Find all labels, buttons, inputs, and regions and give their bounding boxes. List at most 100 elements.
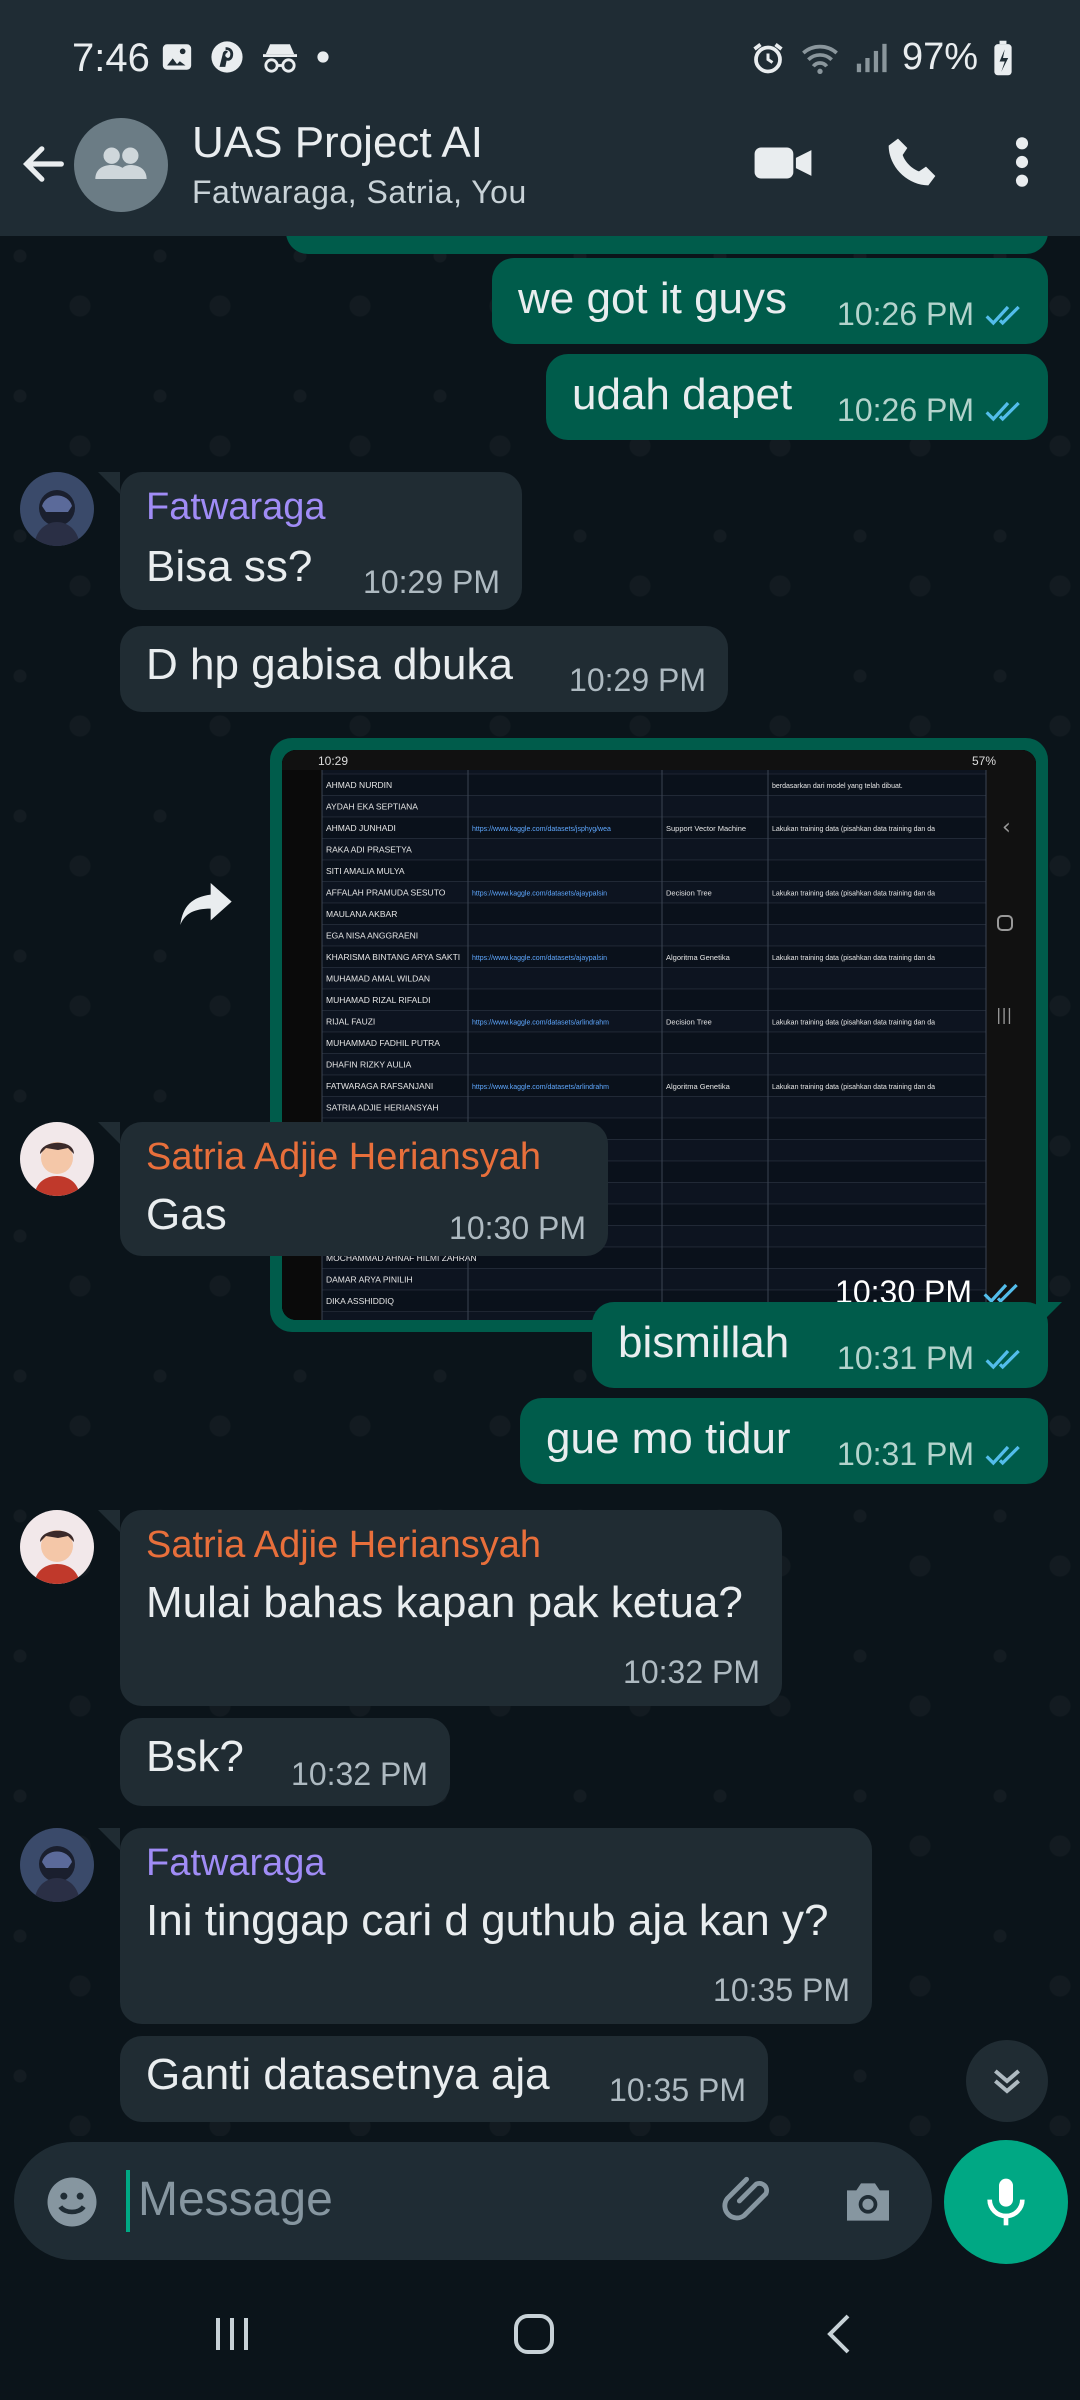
home-button[interactable] [510,2310,558,2363]
camera-button[interactable] [840,2174,896,2235]
avatar-satria[interactable] [20,1510,94,1584]
sheet-row [321,859,987,882]
message-bubble-incoming[interactable]: Fatwaraga Ini tinggap cari d guthub aja … [120,1828,872,2024]
message-time: 10:32 PM [291,1756,428,1792]
status-notification-icons [160,40,330,74]
message-meta: 10:31 PM [837,1436,1024,1473]
message-text: bismillah [618,1318,790,1367]
sheet-cell-name: MUHAMAD RIZAL RIFALDI [326,995,431,1005]
message-bubble-incoming[interactable]: Ganti datasetnya aja 10:35 PM [120,2036,768,2122]
sheet-cell-description: Lakukan training data (pisahkan data tra… [772,826,935,833]
double-check-icon [985,1349,1020,1369]
message-bubble-incoming[interactable]: Bsk? 10:32 PM [120,1718,450,1806]
voice-message-button[interactable] [944,2140,1068,2264]
more-vert-icon [1015,137,1029,187]
more-options-button[interactable] [1000,134,1044,195]
microphone-icon [987,2178,1025,2226]
sheet-cell-name: SATRIA ADJIE HERIANSYAH [326,1103,439,1113]
message-bubble-outgoing[interactable]: we got it guys 10:26 PM [492,258,1048,344]
recent-apps-button[interactable] [208,2310,256,2363]
message-input[interactable]: Message [138,2172,333,2227]
sheet-cell-description: Lakukan training data (pisahkan data tra… [772,955,935,962]
double-check-icon [985,1445,1020,1465]
avatar-fatwaraga[interactable] [20,1828,94,1902]
sheet-cell-name: RIJAL FAUZI [326,1017,375,1027]
bubble-tail [98,1510,120,1532]
text-cursor [126,2170,130,2232]
message-text: Gas [146,1190,227,1239]
message-meta: 10:35 PM [609,2072,746,2109]
sheet-cell-link: https://www.kaggle.com/datasets/arlindra… [472,1084,609,1091]
message-meta: 10:26 PM [837,392,1024,429]
emoji-button[interactable] [44,2174,100,2235]
sheet-cell-name: SITI AMALIA MULYA [326,866,405,876]
double-check-icon [983,1283,1018,1303]
sender-name[interactable]: Fatwaraga [146,1842,326,1885]
sheet-cell-name: AHMAD JUNHADI [326,823,396,833]
previous-message-bubble[interactable] [286,236,1048,254]
message-time: 10:32 PM [623,1654,760,1690]
sheet-row [321,1053,987,1076]
phone-icon [888,138,936,186]
message-time: 10:29 PM [569,662,706,698]
message-meta: 10:32 PM [623,1654,760,1691]
message-meta: 10:26 PM [837,296,1024,333]
message-time: 10:35 PM [713,1972,850,2008]
message-bubble-incoming[interactable]: Satria Adjie Heriansyah Mulai bahas kapa… [120,1510,782,1706]
group-avatar[interactable] [74,118,168,212]
message-text: Ganti datasetnya aja [146,2050,550,2099]
sender-name[interactable]: Satria Adjie Heriansyah [146,1136,541,1179]
message-time: 10:29 PM [363,564,500,600]
sheet-cell-link: https://www.kaggle.com/datasets/arlindra… [472,1020,609,1027]
sheet-cell-name: MUHAMAD AMAL WILDAN [326,974,430,984]
sheet-cell-name: RAKA ADI PRASETYA [326,845,412,855]
incognito-icon [260,40,300,74]
avatar-fatwaraga[interactable] [20,472,94,546]
message-text: we got it guys [518,274,788,323]
scroll-to-bottom-button[interactable] [966,2040,1048,2122]
sheet-cell-link: https://www.kaggle.com/datasets/jsphyg/w… [472,826,611,833]
sheet-cell-description: Lakukan training data (pisahkan data tra… [772,1084,935,1091]
sheet-cell-description: Lakukan training data (pisahkan data tra… [772,891,935,898]
back-button[interactable] [18,138,78,198]
message-text: gue mo tidur [546,1414,791,1463]
message-bubble-outgoing[interactable]: udah dapet 10:26 PM [546,354,1048,440]
sheet-row [321,924,987,947]
svg-text:|||: ||| [996,1005,1012,1024]
sheet-cell-method: Decision Tree [666,889,712,898]
sheet-row [321,795,987,818]
message-bubble-outgoing[interactable]: gue mo tidur 10:31 PM [520,1398,1048,1484]
message-bubble-incoming[interactable]: Satria Adjie Heriansyah Gas 10:30 PM [120,1122,608,1256]
attach-button[interactable] [720,2172,778,2235]
double-chevron-down-icon [994,2069,1020,2094]
wifi-icon [800,41,840,75]
system-back-button[interactable] [816,2310,864,2363]
message-bubble-incoming[interactable]: Fatwaraga Bisa ss? 10:29 PM [120,472,522,610]
sender-name[interactable]: Satria Adjie Heriansyah [146,1524,541,1567]
sheet-cell-method: Support Vector Machine [666,824,746,833]
emoji-icon [47,2177,97,2227]
message-time: 10:31 PM [837,1436,974,1472]
sender-name[interactable]: Fatwaraga [146,486,326,529]
avatar-satria[interactable] [20,1122,94,1196]
chat-messages[interactable]: we got it guys 10:26 PM udah dapet 10:26… [0,236,1080,2136]
sheet-cell-name: DAMAR ARYA PINILIH [326,1275,413,1285]
chat-title[interactable]: UAS Project AI [192,118,483,168]
sheet-cell-name: DIKA ASSHIDDIQ [326,1296,394,1306]
sheet-cell-method: Algoritma Genetika [666,953,731,962]
message-text: Bisa ss? [146,542,313,591]
battery-text: 97% [901,36,978,78]
forward-button[interactable] [168,866,244,942]
chat-participants[interactable]: Fatwaraga, Satria, You [192,174,527,211]
video-call-button[interactable] [752,132,814,199]
pinterest-icon [210,40,244,74]
sheet-cell-name: AYDAH EKA SEPTIANA [326,802,418,812]
message-bubble-outgoing[interactable]: bismillah 10:31 PM [592,1302,1048,1388]
voice-call-button[interactable] [884,134,940,195]
svg-text:‹: ‹ [1002,815,1011,840]
status-time: 7:46 [72,36,150,80]
chat-header: UAS Project AI Fatwaraga, Satria, You [0,118,1080,236]
paperclip-icon [722,2176,769,2221]
message-bubble-incoming[interactable]: D hp gabisa dbuka 10:29 PM [120,626,728,712]
dot-icon [316,50,330,64]
